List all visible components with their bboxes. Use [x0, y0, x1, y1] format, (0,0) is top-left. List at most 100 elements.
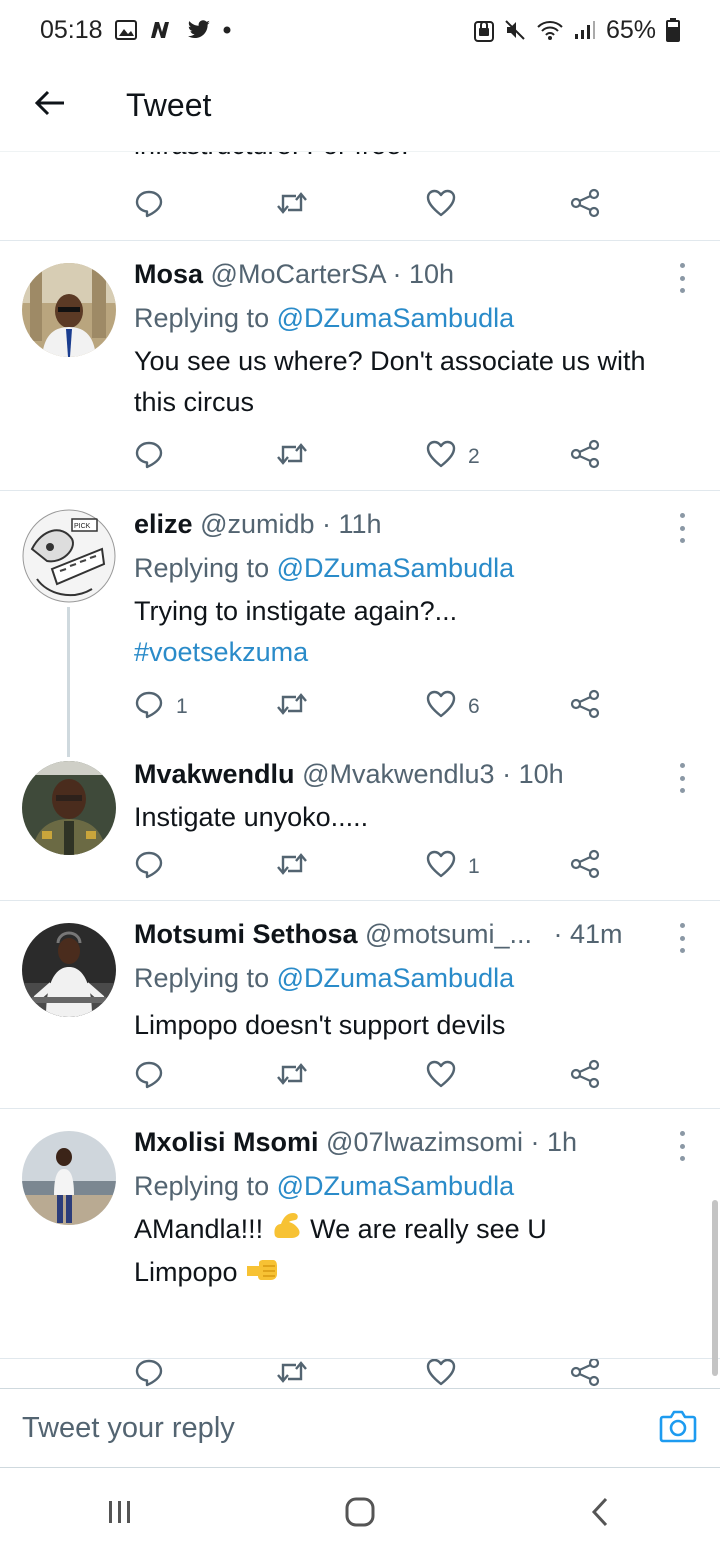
user-handle[interactable]: @Mvakwendlu3 — [302, 759, 495, 789]
reply-button[interactable]: 1 — [134, 681, 188, 733]
heart-icon — [426, 1358, 456, 1388]
retweet-icon — [276, 691, 308, 723]
like-button[interactable] — [426, 1349, 468, 1388]
share-button[interactable] — [570, 841, 600, 893]
user-handle[interactable]: @zumidb — [200, 509, 314, 539]
svg-text:PICK: PICK — [74, 523, 91, 530]
divider — [0, 1358, 720, 1359]
reply-tweet[interactable]: Mosa @MoCarterSA · 10h Replying to @DZum… — [0, 241, 720, 491]
tweet-actions: 1 — [134, 841, 614, 893]
tweet-text: AMandla!!! We are really see U Limpopo — [134, 1209, 674, 1294]
mute-icon — [504, 19, 526, 41]
back-button[interactable] — [20, 76, 80, 136]
tweet-menu-button[interactable] — [672, 1131, 692, 1161]
share-button[interactable] — [570, 180, 600, 232]
reply-tweet[interactable]: Motsumi Sethosa @motsumi_... · 41m Reply… — [0, 901, 720, 1109]
avatar[interactable] — [22, 923, 116, 1017]
share-icon — [570, 1059, 600, 1095]
like-button[interactable] — [426, 1051, 468, 1103]
retweet-icon — [276, 190, 308, 222]
tweet-menu-button[interactable] — [672, 513, 692, 543]
tweet-text-line: Trying to instigate again?... — [134, 596, 458, 626]
like-button[interactable]: 2 — [426, 431, 480, 483]
avatar[interactable] — [22, 263, 116, 357]
tweet-actions — [134, 1051, 614, 1103]
chevron-left-icon — [590, 1497, 610, 1532]
share-button[interactable] — [570, 1051, 600, 1103]
tweet-text: You see us where? Don't associate us wit… — [134, 346, 646, 417]
twitter-bird-icon — [187, 20, 211, 40]
share-icon — [570, 689, 600, 725]
reply-tweet[interactable]: PICK elize @zumidb · 11h Replying to @DZ… — [0, 491, 720, 741]
tweet-text: Trying to instigate again?... #voetsekzu… — [134, 591, 674, 673]
retweet-button[interactable] — [276, 1051, 320, 1103]
home-button[interactable] — [320, 1484, 400, 1544]
reply-button[interactable] — [134, 431, 176, 483]
tweet-menu-button[interactable] — [672, 763, 692, 793]
retweet-button[interactable] — [276, 1349, 320, 1388]
heart-icon — [426, 440, 456, 474]
app-header: Tweet — [0, 60, 720, 152]
tweet-header: elize @zumidb · 11h — [134, 509, 382, 540]
timestamp: · 1h — [530, 1127, 578, 1157]
reply-feed[interactable]: infrastructure! For free! Mosa @MoCarter… — [0, 152, 720, 1388]
display-name[interactable]: Mosa — [134, 259, 203, 289]
timestamp: · 10h — [392, 259, 455, 289]
share-button[interactable] — [570, 1349, 600, 1388]
display-name[interactable]: elize — [134, 509, 193, 539]
user-handle[interactable]: @07lwazimsomi — [326, 1127, 523, 1157]
avatar[interactable] — [22, 1131, 116, 1225]
avatar[interactable]: PICK — [22, 509, 116, 603]
tweet-menu-button[interactable] — [672, 923, 692, 953]
reply-button[interactable] — [134, 1051, 176, 1103]
tweet-actions: 1 6 — [134, 681, 614, 733]
reply-input[interactable] — [22, 1411, 622, 1445]
reply-icon — [134, 689, 164, 725]
tweet-menu-button[interactable] — [672, 263, 692, 293]
mention-link[interactable]: @DZumaSambudla — [277, 963, 515, 993]
display-name[interactable]: Mxolisi Msomi — [134, 1127, 319, 1157]
tweet-header: Motsumi Sethosa @motsumi_... · 41m — [134, 919, 623, 950]
hashtag-link[interactable]: #voetsekzuma — [134, 632, 674, 673]
user-handle[interactable]: @motsumi_... — [365, 919, 532, 949]
retweet-button[interactable] — [276, 681, 320, 733]
reply-button[interactable] — [134, 1349, 176, 1388]
avatar[interactable] — [22, 761, 116, 855]
timestamp: · 11h — [322, 509, 382, 539]
tweet-header: Mxolisi Msomi @07lwazimsomi · 1h — [134, 1127, 577, 1158]
scrollbar[interactable] — [712, 1200, 718, 1376]
reply-tweet[interactable]: Mxolisi Msomi @07lwazimsomi · 1h Replyin… — [0, 1109, 720, 1387]
display-name[interactable]: Motsumi Sethosa — [134, 919, 358, 949]
system-back-button[interactable] — [560, 1484, 640, 1544]
share-button[interactable] — [570, 431, 600, 483]
camera-button[interactable] — [658, 1408, 698, 1448]
like-button[interactable]: 6 — [426, 681, 480, 733]
recent-apps-button[interactable] — [80, 1484, 160, 1544]
display-name[interactable]: Mvakwendlu — [134, 759, 295, 789]
tweet-header: Mvakwendlu @Mvakwendlu3 · 10h — [134, 759, 564, 790]
like-button[interactable]: 1 — [426, 841, 480, 893]
mention-link[interactable]: @DZumaSambudla — [277, 553, 515, 583]
like-button[interactable] — [426, 180, 456, 232]
reply-button[interactable] — [134, 841, 176, 893]
home-icon — [344, 1496, 376, 1533]
retweet-icon — [276, 851, 308, 883]
retweet-button[interactable] — [276, 431, 320, 483]
reply-tweet[interactable]: Mvakwendlu @Mvakwendlu3 · 10h Instigate … — [0, 741, 720, 901]
flexed-biceps-icon — [271, 1210, 303, 1252]
wifi-icon — [536, 19, 564, 41]
replying-prefix: Replying to — [134, 963, 270, 993]
mention-link[interactable]: @DZumaSambudla — [277, 1171, 515, 1201]
tweet-text-part: AMandla!!! — [134, 1214, 264, 1244]
notification-dot-icon — [223, 26, 231, 34]
user-handle[interactable]: @MoCarterSA — [211, 259, 385, 289]
replying-to: Replying to @DZumaSambudla — [134, 303, 514, 334]
share-icon — [570, 849, 600, 885]
retweet-button[interactable] — [276, 841, 320, 893]
mention-link[interactable]: @DZumaSambudla — [277, 303, 515, 333]
reply-icon — [134, 849, 164, 885]
tweet-text: Instigate unyoko..... — [134, 802, 369, 832]
share-button[interactable] — [570, 681, 600, 733]
reply-button[interactable] — [134, 180, 164, 232]
retweet-button[interactable] — [276, 180, 308, 232]
